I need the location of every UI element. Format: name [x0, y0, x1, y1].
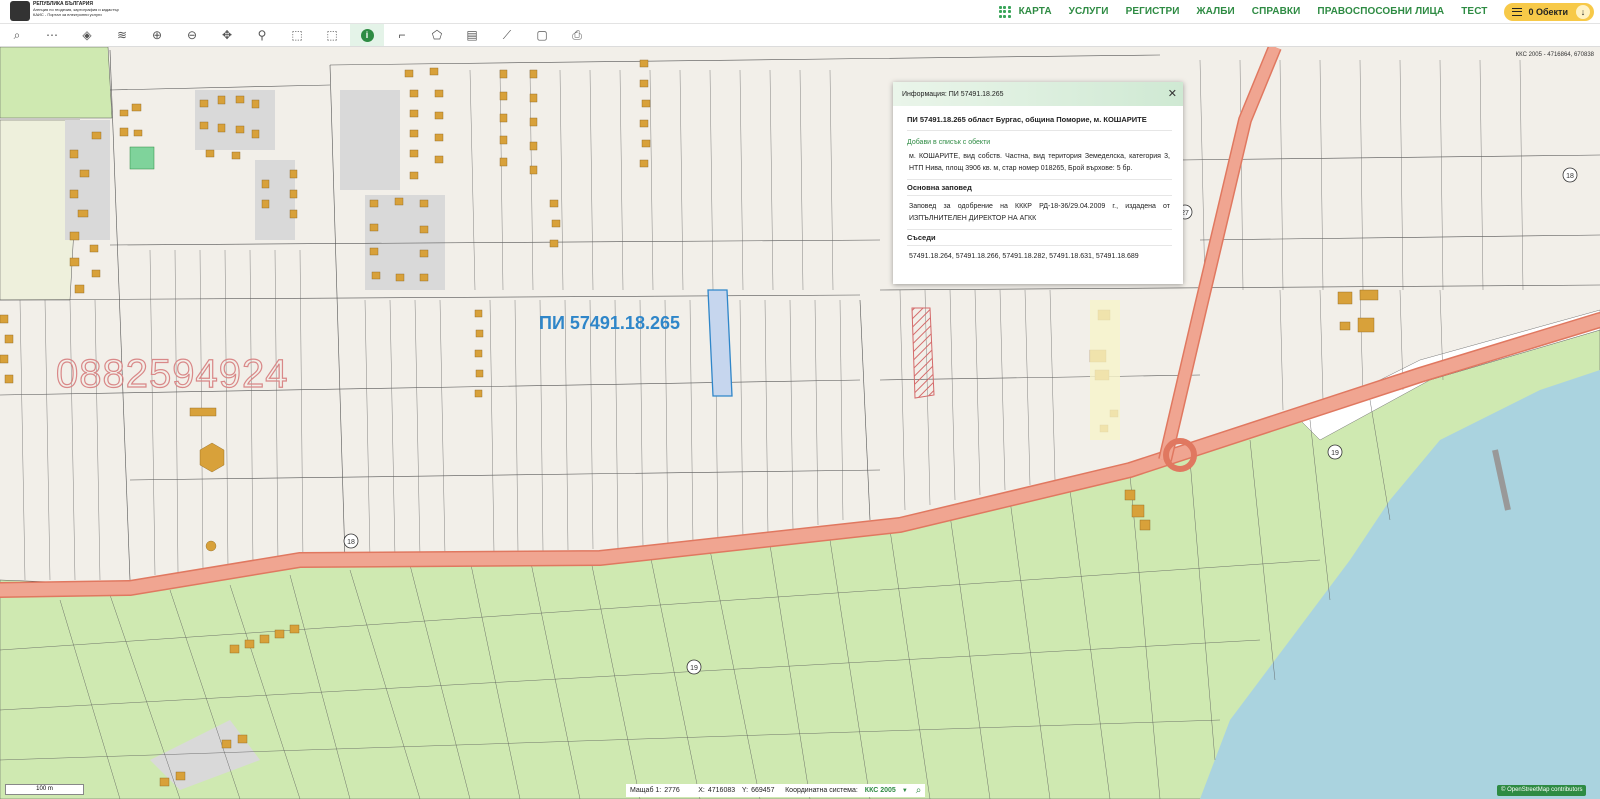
parcel-title: ПИ 57491.18.265 област Бургас, община По… [907, 111, 1172, 131]
search-icon[interactable]: ⌕ [916, 785, 922, 796]
arrow-down-icon[interactable]: ↓ [1576, 4, 1590, 19]
map-toolbar: ⌕ ⋯ ◈ ≋ ⊕ ⊖ ✥ ⚲ ⬚ ⬚ i ⌐ ⬠ ▤ ⟋ ▢ ⎙ [0, 24, 1600, 47]
pan-icon[interactable]: ✥ [210, 24, 244, 46]
x-label: X: [698, 787, 705, 794]
map-canvas[interactable]: 1819191827 [0, 0, 1600, 799]
zoom-in-icon[interactable]: ⊕ [140, 24, 174, 46]
agency-title: РЕПУБЛИКА БЪЛГАРИЯ Агенция по геодезия, … [33, 2, 119, 18]
split-icon[interactable]: ⟋ [490, 24, 524, 46]
x-value: 4716083 [707, 787, 736, 794]
route-tool-icon[interactable]: ⋯ [35, 24, 69, 46]
osm-credit[interactable]: © OpenStreetMap contributors [1497, 785, 1587, 796]
crs-label: Координатна система: [785, 787, 858, 794]
print-icon[interactable]: ⎙ [560, 24, 594, 46]
close-icon[interactable]: ✕ [1168, 87, 1177, 100]
lion-logo-icon[interactable] [10, 1, 30, 21]
objects-count: 0 Обекти [1528, 6, 1568, 17]
y-label: Y: [741, 787, 749, 794]
svg-text:18: 18 [347, 539, 355, 546]
list-icon [1512, 7, 1523, 16]
select-rect-icon[interactable]: ⬚ [280, 24, 314, 46]
chevron-down-icon[interactable]: ▼ [902, 788, 908, 794]
svg-text:18: 18 [1566, 173, 1574, 180]
crs-select[interactable]: ККС 2005 [865, 787, 896, 794]
popup-body: ПИ 57491.18.265 област Бургас, община По… [893, 106, 1183, 263]
neighbors-heading: Съседи [907, 229, 1172, 246]
layer-stack-icon[interactable]: ≋ [105, 24, 139, 46]
nav-test[interactable]: ТЕСТ [1461, 6, 1487, 17]
svg-text:19: 19 [690, 665, 698, 672]
order-heading: Основна заповед [907, 179, 1172, 196]
grid-icon[interactable] [998, 5, 1011, 18]
nav-map[interactable]: КАРТА [1019, 6, 1052, 17]
popup-header-title: Информация: ПИ 57491.18.265 [902, 90, 1004, 98]
neighbors-text: 57491.18.264, 57491.18.266, 57491.18.282… [909, 253, 1139, 260]
top-bar: РЕПУБЛИКА БЪЛГАРИЯ Агенция по геодезия, … [0, 0, 1600, 24]
coordinate-bar: Мащаб 1: 2776 X: 4716083 Y: 669457 Коорд… [626, 784, 926, 797]
nav-services[interactable]: УСЛУГИ [1069, 6, 1109, 17]
measure-area-icon[interactable]: ⬠ [420, 24, 454, 46]
corner-coordinates: ККС 2005 - 4716864, 670838 [1515, 52, 1594, 58]
y-value: 669457 [751, 787, 775, 794]
svg-text:19: 19 [1331, 450, 1339, 457]
parcel-description: м. КОШАРИТЕ, вид собств. Частна, вид тер… [909, 153, 1170, 172]
nav-licensed-persons[interactable]: ПРАВОСПОСОБНИ ЛИЦА [1317, 6, 1444, 17]
objects-button[interactable]: 0 Обекти ↓ [1504, 2, 1594, 21]
logo-line-3: КАИС - Портал за електронни услуги [33, 12, 102, 17]
nav-complaints[interactable]: ЖАЛБИ [1197, 6, 1235, 17]
search-tool-icon[interactable]: ⌕ [0, 24, 34, 46]
scale-label: Мащаб 1: [630, 787, 662, 794]
map-icon[interactable]: ▤ [455, 24, 489, 46]
order-text: Заповед за одобрение на КККР РД-18-36/29… [909, 203, 1170, 222]
info-icon[interactable]: i [350, 24, 384, 46]
main-nav: КАРТА УСЛУГИ РЕГИСТРИ ЖАЛБИ СПРАВКИ ПРАВ… [998, 0, 1594, 23]
select-poly-icon[interactable]: ⬚ [315, 24, 349, 46]
add-to-list-link[interactable]: Добави в списък с обекти [907, 139, 1172, 146]
scale-value[interactable]: 2776 [664, 787, 692, 794]
selected-parcel-label: ПИ 57491.18.265 [539, 313, 680, 333]
nav-reports[interactable]: СПРАВКИ [1252, 6, 1301, 17]
zoom-out-icon[interactable]: ⊖ [175, 24, 209, 46]
scale-bar: 100 m [5, 784, 84, 795]
watermark-phone: 0882594924 [55, 351, 289, 396]
document-icon[interactable]: ▢ [525, 24, 559, 46]
location-pin-icon[interactable]: ⚲ [245, 24, 279, 46]
measure-angle-icon[interactable]: ⌐ [385, 24, 419, 46]
nav-registers[interactable]: РЕГИСТРИ [1126, 6, 1180, 17]
layers-icon[interactable]: ◈ [70, 24, 104, 46]
info-popup: Информация: ПИ 57491.18.265 ✕ ПИ 57491.1… [893, 82, 1183, 284]
popup-header: Информация: ПИ 57491.18.265 ✕ [893, 82, 1183, 106]
